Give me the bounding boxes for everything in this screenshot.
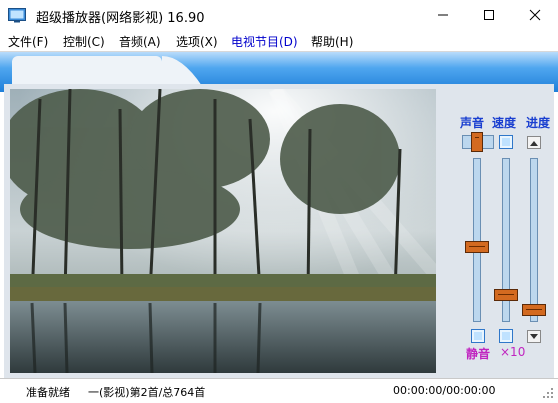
menu-control[interactable]: 控制(C) — [63, 33, 105, 50]
progress-up-button[interactable] — [527, 136, 541, 149]
status-state: 准备就绪 — [26, 386, 70, 399]
progress-slider-knob[interactable] — [522, 303, 546, 316]
arrow-down-icon — [530, 333, 538, 339]
speed-label: 速度 — [492, 116, 517, 130]
video-display[interactable] — [10, 89, 436, 373]
resize-grip-icon[interactable] — [542, 387, 554, 399]
speed-multiplier-label: ×10 — [500, 345, 526, 359]
progress-slider-track[interactable] — [530, 158, 538, 322]
header-tab-curve — [162, 56, 202, 86]
volume-slider-knob[interactable] — [465, 240, 489, 253]
minimize-icon — [438, 14, 448, 16]
status-bar: 准备就绪 一(影视)第2首/总764首 00:00:00/00:00:00 — [0, 378, 558, 403]
minimize-button[interactable] — [420, 0, 466, 30]
menu-tv-programs[interactable]: 电视节目(D) — [231, 33, 298, 50]
mute-label: 静音 — [466, 347, 491, 361]
speed-reset-button[interactable] — [499, 135, 513, 149]
progress-label: 进度 — [526, 116, 551, 130]
status-playlist: 一(影视)第2首/总764首 — [88, 386, 206, 399]
balance-knob[interactable] — [471, 132, 483, 152]
window-title: 超级播放器(网络影视) 16.90 — [36, 11, 205, 26]
progress-down-button[interactable] — [527, 330, 541, 343]
menu-file[interactable]: 文件(F) — [8, 33, 48, 50]
mute-button[interactable] — [471, 329, 485, 343]
maximize-button[interactable] — [466, 0, 512, 30]
menu-help[interactable]: 帮助(H) — [311, 33, 353, 50]
close-button[interactable] — [512, 0, 558, 30]
speed-multiplier-button[interactable] — [499, 329, 513, 343]
app-icon — [8, 8, 26, 23]
menu-audio[interactable]: 音频(A) — [119, 33, 161, 50]
menu-options[interactable]: 选项(X) — [176, 33, 218, 50]
volume-label: 声音 — [460, 116, 485, 130]
menu-bar: 文件(F) 控制(C) 音频(A) 选项(X) 电视节目(D) 帮助(H) — [0, 30, 558, 52]
arrow-up-icon — [530, 140, 538, 146]
status-time: 00:00:00/00:00:00 — [393, 384, 496, 397]
maximize-icon — [484, 10, 494, 20]
video-frame-image — [10, 89, 436, 373]
header-tab — [12, 56, 162, 86]
speed-slider-knob[interactable] — [494, 288, 518, 301]
close-icon — [529, 9, 541, 21]
title-bar: 超级播放器(网络影视) 16.90 — [0, 0, 558, 30]
